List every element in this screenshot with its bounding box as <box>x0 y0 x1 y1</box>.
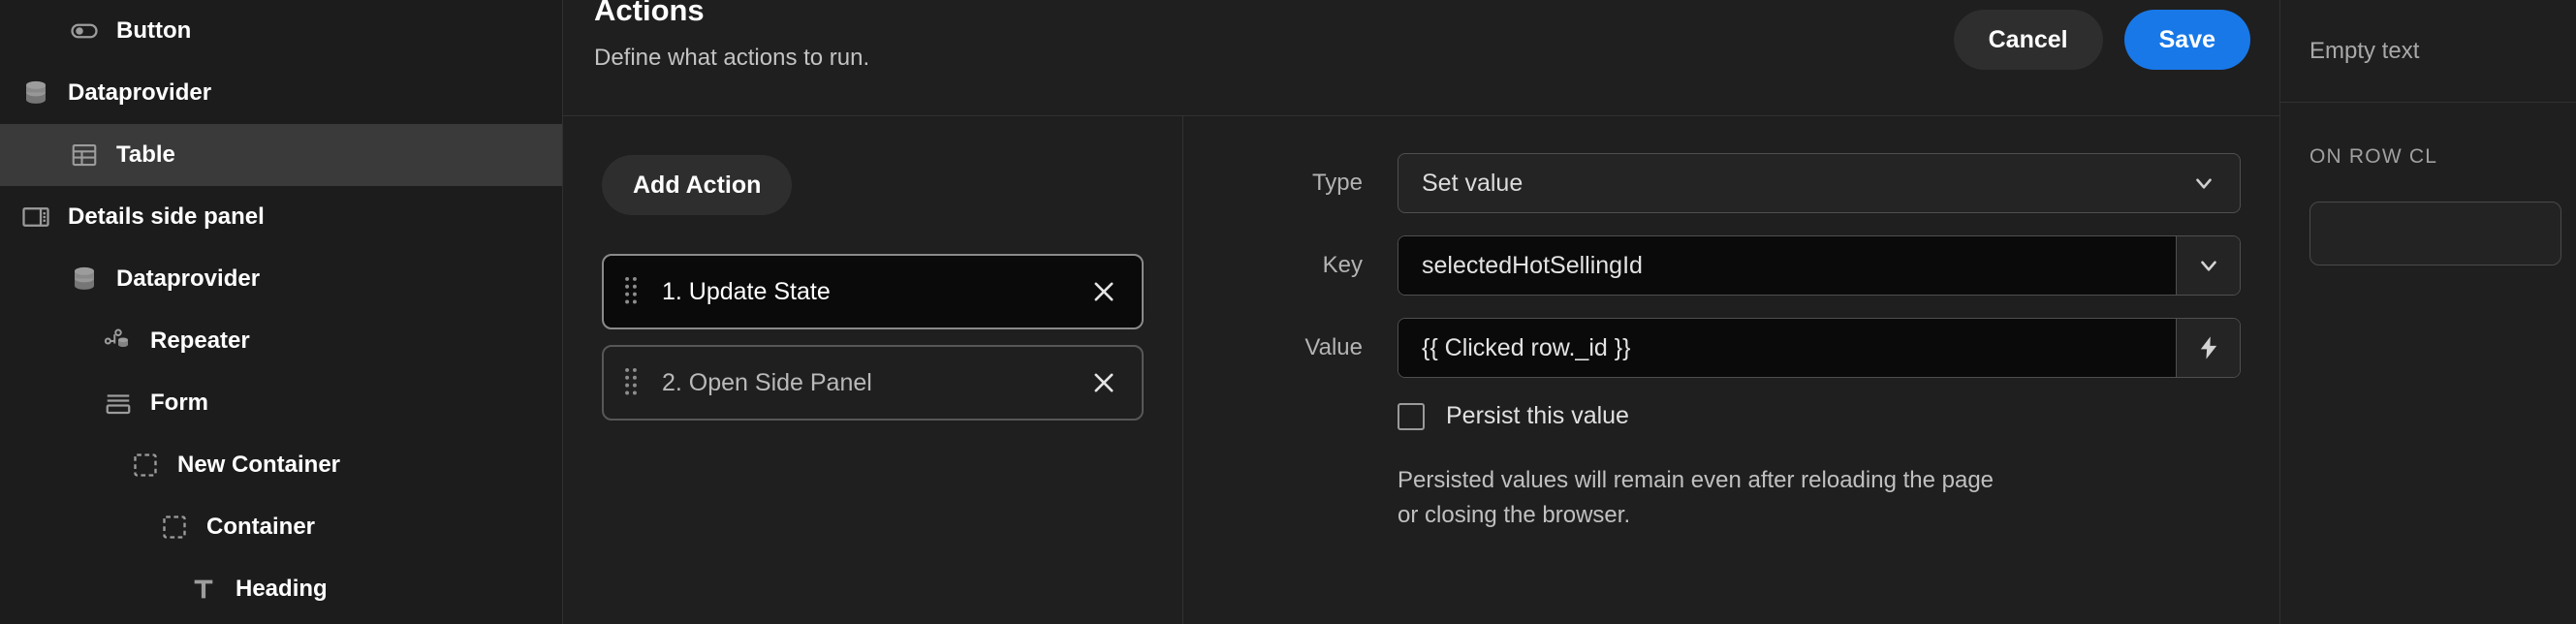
page-subtitle: Define what actions to run. <box>594 45 870 71</box>
database-icon <box>68 263 101 296</box>
on-row-click-field[interactable] <box>2309 202 2561 265</box>
drag-handle-icon[interactable] <box>621 275 641 308</box>
type-field-control: Set value <box>1398 153 2241 213</box>
chevron-down-icon[interactable] <box>2176 236 2240 295</box>
key-input-group <box>1398 235 2241 296</box>
table-icon <box>68 139 101 172</box>
sidebar-item-new-container[interactable]: New Container <box>0 434 562 496</box>
modal-header: Actions Define what actions to run. Canc… <box>563 0 2279 116</box>
text-heading-icon <box>187 573 220 606</box>
empty-text-label: Empty text <box>2280 0 2576 103</box>
sidebar-item-label: Button <box>116 17 192 44</box>
close-icon[interactable] <box>1087 275 1120 308</box>
action-list-item[interactable]: 2. Open Side Panel <box>602 345 1144 421</box>
actions-modal: Actions Define what actions to run. Canc… <box>563 0 2280 624</box>
type-field-row: Type Set value <box>1230 153 2241 213</box>
sidebar-item-button[interactable]: Button <box>0 0 562 62</box>
component-tree-sidebar: Button Dataprovider Table Details side p… <box>0 0 563 624</box>
type-select-value: Set value <box>1422 169 1524 197</box>
cancel-button[interactable]: Cancel <box>1953 10 2103 70</box>
sidebar-item-table[interactable]: Table <box>0 124 562 186</box>
on-row-click-section: ON ROW CL <box>2280 103 2576 265</box>
key-label: Key <box>1322 252 1363 278</box>
repeater-icon <box>102 325 135 358</box>
persist-help-text: Persisted values will remain even after … <box>1398 467 1995 528</box>
persist-value-checkbox[interactable] <box>1398 402 1425 430</box>
sidebar-item-dataprovider[interactable]: Dataprovider <box>0 62 562 124</box>
container-icon <box>158 511 191 544</box>
action-item-label: 2. Open Side Panel <box>662 368 872 396</box>
modal-header-buttons: Cancel Save <box>1953 0 2250 70</box>
sidebar-item-label: Dataprovider <box>68 79 212 106</box>
action-list: 1. Update State 2. Open Side Panel <box>602 254 1144 421</box>
form-icon <box>102 387 135 420</box>
sidebar-item-heading[interactable]: Heading <box>0 558 562 620</box>
page-title: Actions <box>594 0 705 27</box>
app-root: Button Dataprovider Table Details side p… <box>0 0 2576 624</box>
value-input[interactable] <box>1398 319 2176 377</box>
type-select[interactable]: Set value <box>1398 153 2241 213</box>
value-field-row: Value <box>1230 318 2241 378</box>
type-label: Type <box>1311 170 1363 196</box>
persist-value-checkbox-row[interactable]: Persist this value <box>1398 402 2241 430</box>
modal-body: Add Action 1. Update State 2. Open Side … <box>563 116 2279 624</box>
sidebar-item-label: New Container <box>177 452 341 478</box>
action-list-item[interactable]: 1. Update State <box>602 254 1144 329</box>
modal-header-text: Actions Define what actions to run. <box>594 0 869 72</box>
close-icon[interactable] <box>1087 366 1120 399</box>
value-label: Value <box>1304 334 1363 360</box>
sidebar-item-label: Details side panel <box>68 203 265 230</box>
key-field-row: Key <box>1230 235 2241 296</box>
inspector-panel: Empty text ON ROW CL <box>2280 0 2576 624</box>
key-field-control <box>1398 235 2241 296</box>
value-field-control <box>1398 318 2241 378</box>
action-config-column: Type Set value Key selectedHotSellingId … <box>1183 116 2279 624</box>
lightning-bolt-icon[interactable] <box>2176 319 2240 377</box>
save-button[interactable]: Save <box>2123 10 2250 70</box>
sidebar-item-label: Form <box>150 390 208 416</box>
key-input[interactable] <box>1398 236 2176 295</box>
add-action-button[interactable]: Add Action <box>602 155 793 215</box>
value-input-group <box>1398 318 2241 378</box>
side-panel-icon <box>19 201 52 234</box>
container-icon <box>129 449 162 482</box>
sidebar-item-details-side-panel[interactable]: Details side panel <box>0 186 562 248</box>
persist-value-label: Persist this value <box>1446 402 1629 429</box>
sidebar-item-label: Container <box>206 514 316 540</box>
sidebar-item-repeater[interactable]: Repeater <box>0 310 562 372</box>
section-title: ON ROW CL <box>2309 145 2438 168</box>
chevron-down-icon <box>2189 169 2218 198</box>
sidebar-item-container[interactable]: Container <box>0 496 562 558</box>
sidebar-item-form[interactable]: Form <box>0 372 562 434</box>
actions-list-column: Add Action 1. Update State 2. Open Side … <box>563 116 1183 624</box>
toggle-icon <box>68 15 101 47</box>
drag-handle-icon[interactable] <box>621 366 641 399</box>
sidebar-item-label: Repeater <box>150 328 250 354</box>
sidebar-item-label: Dataprovider <box>116 265 261 292</box>
sidebar-item-label: Table <box>116 141 175 168</box>
action-item-label: 1. Update State <box>662 277 831 305</box>
sidebar-item-label: Heading <box>236 576 328 602</box>
sidebar-item-dataprovider-2[interactable]: Dataprovider <box>0 248 562 310</box>
database-icon <box>19 77 52 109</box>
